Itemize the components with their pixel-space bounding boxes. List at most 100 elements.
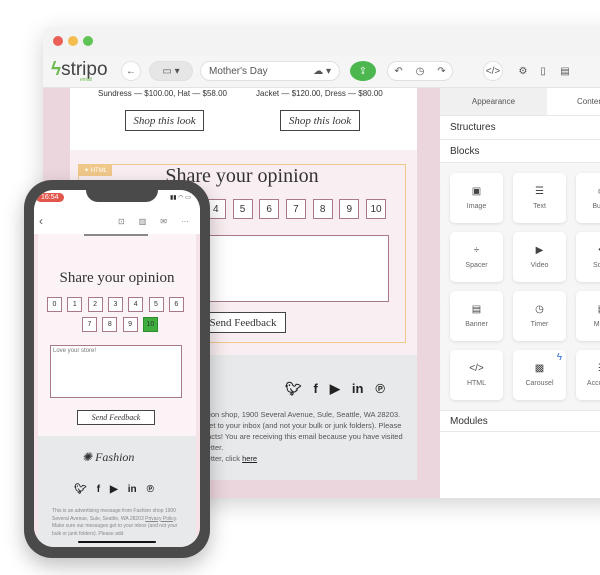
footer-line: get to your inbox (and not your bulk or … — [205, 421, 402, 430]
settings-icon[interactable]: ⚙ — [513, 61, 533, 81]
image-icon: ▣ — [471, 186, 482, 197]
block-label: Social — [592, 262, 600, 269]
settings-panel: Appearance Content Structures Blocks ▣ Im… — [440, 88, 600, 498]
score-option[interactable]: 5 — [232, 199, 253, 219]
back-button[interactable]: ← — [121, 61, 141, 81]
trash-icon[interactable]: ▥ — [139, 217, 147, 226]
youtube-icon[interactable]: ▶ — [110, 484, 118, 495]
undo-icon[interactable]: ↶ — [394, 66, 402, 77]
block-accordion[interactable]: ☷Accordion — [576, 350, 600, 400]
block-button[interactable]: ▭Button — [576, 173, 600, 223]
footer-line: letter, click — [205, 454, 243, 463]
phone-send-feedback-button[interactable]: Send Feedback — [77, 410, 155, 425]
score-option[interactable]: 3 — [107, 297, 123, 312]
lightning-icon: ϟ — [556, 352, 562, 363]
block-timer[interactable]: ◷ Timer — [513, 291, 566, 341]
blocks-grid: ▣ Image ☰ Text ▭Button ÷ Spacer ▶ Video ✣Social ▤ B… — [440, 163, 600, 410]
minimize-window-button[interactable] — [68, 36, 78, 46]
mail-actions: ⊡ ▥ ✉ ··· — [118, 217, 189, 226]
phone-screen: 16:54 ▮▮ ◠ ▭ ‹ ⊡ ▥ ✉ ··· Share your opinion… — [34, 190, 200, 547]
block-social[interactable]: ✣Social — [576, 232, 600, 282]
privacy-link[interactable]: Privacy Policy — [145, 516, 176, 522]
modules-section[interactable]: Modules — [440, 410, 600, 432]
fashion-logo: ✺ Fashion — [82, 450, 135, 464]
score-option[interactable]: 10 — [366, 199, 386, 219]
score-option[interactable]: 4 — [128, 297, 144, 312]
phone-feedback-textarea[interactable]: Love your store! — [50, 345, 182, 398]
blocks-section[interactable]: Blocks — [440, 140, 600, 163]
block-label: Video — [530, 262, 549, 269]
score-option[interactable]: 5 — [148, 297, 164, 312]
score-option[interactable]: 9 — [339, 199, 360, 219]
score-option[interactable]: 8 — [312, 199, 333, 219]
tab-content[interactable]: Content — [547, 88, 600, 115]
clipboard-icon[interactable]: ▤ — [555, 61, 575, 81]
export-button[interactable]: ⇪ — [350, 61, 376, 81]
score-option[interactable]: 7 — [82, 317, 97, 332]
linkedin-icon[interactable]: in — [128, 484, 137, 495]
unsubscribe-link[interactable]: here — [242, 454, 257, 463]
shop-look-button-1[interactable]: Shop this look — [125, 110, 204, 131]
score-option-selected[interactable]: 10 — [142, 317, 158, 332]
block-menu[interactable]: ▦Menu — [576, 291, 600, 341]
redo-icon[interactable]: ↷ — [437, 66, 445, 77]
spacer-icon: ÷ — [473, 245, 480, 256]
score-option[interactable]: 6 — [259, 199, 280, 219]
close-window-button[interactable] — [53, 36, 63, 46]
block-label: Banner — [465, 321, 488, 328]
block-text[interactable]: ☰ Text — [513, 173, 566, 223]
score-option[interactable]: 7 — [285, 199, 306, 219]
footer-line: letter. — [205, 443, 224, 452]
signal-battery-icon: ▮▮ ◠ ▭ — [170, 195, 191, 201]
history-icon[interactable]: ◷ — [416, 66, 425, 77]
phone-email: Share your opinion 0 1 2 3 4 5 6 7 8 9 10 Love you… — [34, 234, 200, 547]
score-option[interactable]: 1 — [67, 297, 83, 312]
block-video[interactable]: ▶ Video — [513, 232, 566, 282]
code-view-button[interactable]: </> — [483, 61, 503, 81]
block-image[interactable]: ▣ Image — [450, 173, 503, 223]
youtube-icon[interactable]: ▶ — [330, 381, 340, 397]
mobile-preview-icon[interactable]: ▯ — [533, 61, 553, 81]
linkedin-icon[interactable]: in — [352, 381, 364, 397]
facebook-icon[interactable]: f — [97, 484, 100, 495]
block-spacer[interactable]: ÷ Spacer — [450, 232, 503, 282]
back-chevron-icon[interactable]: ‹ — [39, 214, 43, 228]
facebook-icon[interactable]: f — [314, 381, 318, 397]
score-option[interactable]: 8 — [102, 317, 118, 332]
block-carousel[interactable]: ▩ Carousel ϟ — [513, 350, 566, 400]
block-banner[interactable]: ▤ Banner — [450, 291, 503, 341]
tab-appearance[interactable]: Appearance — [440, 88, 547, 115]
phone-feedback-section: Share your opinion 0 1 2 3 4 5 6 7 8 9 10 Love you… — [38, 234, 196, 436]
view-toggle[interactable]: ▭ ▾ — [149, 61, 193, 81]
template-name-input[interactable]: Mother's Day ☁ ▾ — [200, 61, 340, 81]
mail-icon[interactable]: ✉ — [160, 217, 167, 226]
block-label: Button — [592, 203, 600, 210]
block-label: HTML — [466, 380, 487, 387]
structures-section[interactable]: Structures — [440, 115, 600, 140]
pinterest-icon[interactable]: ℗ — [375, 381, 385, 397]
twitter-icon[interactable]: 🐦︎ — [74, 484, 87, 495]
social-links: 🐦︎ f ▶ in ℗ — [285, 381, 385, 397]
history-controls[interactable]: ↶ ◷ ↷ — [387, 61, 453, 81]
shop-look-button-2[interactable]: Shop this look — [280, 110, 360, 131]
code-icon: </> — [469, 363, 484, 374]
footer-line: tacts! You are receiving this email beca… — [205, 432, 403, 441]
score-option[interactable]: 6 — [168, 297, 184, 312]
maximize-window-button[interactable] — [83, 36, 93, 46]
divider — [84, 234, 148, 236]
block-html[interactable]: </> HTML — [450, 350, 503, 400]
product-price-2: Jacket — $120.00, Dress — $80.00 — [256, 89, 383, 98]
timer-icon: ◷ — [535, 304, 544, 315]
score-option[interactable]: 0 — [47, 297, 62, 312]
score-option[interactable]: 2 — [87, 297, 103, 312]
send-feedback-button[interactable]: Send Feedback — [200, 312, 286, 333]
twitter-icon[interactable]: 🐦︎ — [285, 381, 302, 397]
block-label: Carousel — [525, 380, 554, 387]
more-icon[interactable]: ··· — [181, 217, 189, 226]
score-option[interactable]: 9 — [122, 317, 138, 332]
pinterest-icon[interactable]: ℗ — [147, 484, 154, 495]
block-label: Spacer — [465, 262, 488, 269]
status-time: 16:54 — [36, 193, 64, 202]
archive-icon[interactable]: ⊡ — [118, 217, 125, 226]
phone-footer-text: This is an advertising message from Fash… — [52, 508, 178, 537]
